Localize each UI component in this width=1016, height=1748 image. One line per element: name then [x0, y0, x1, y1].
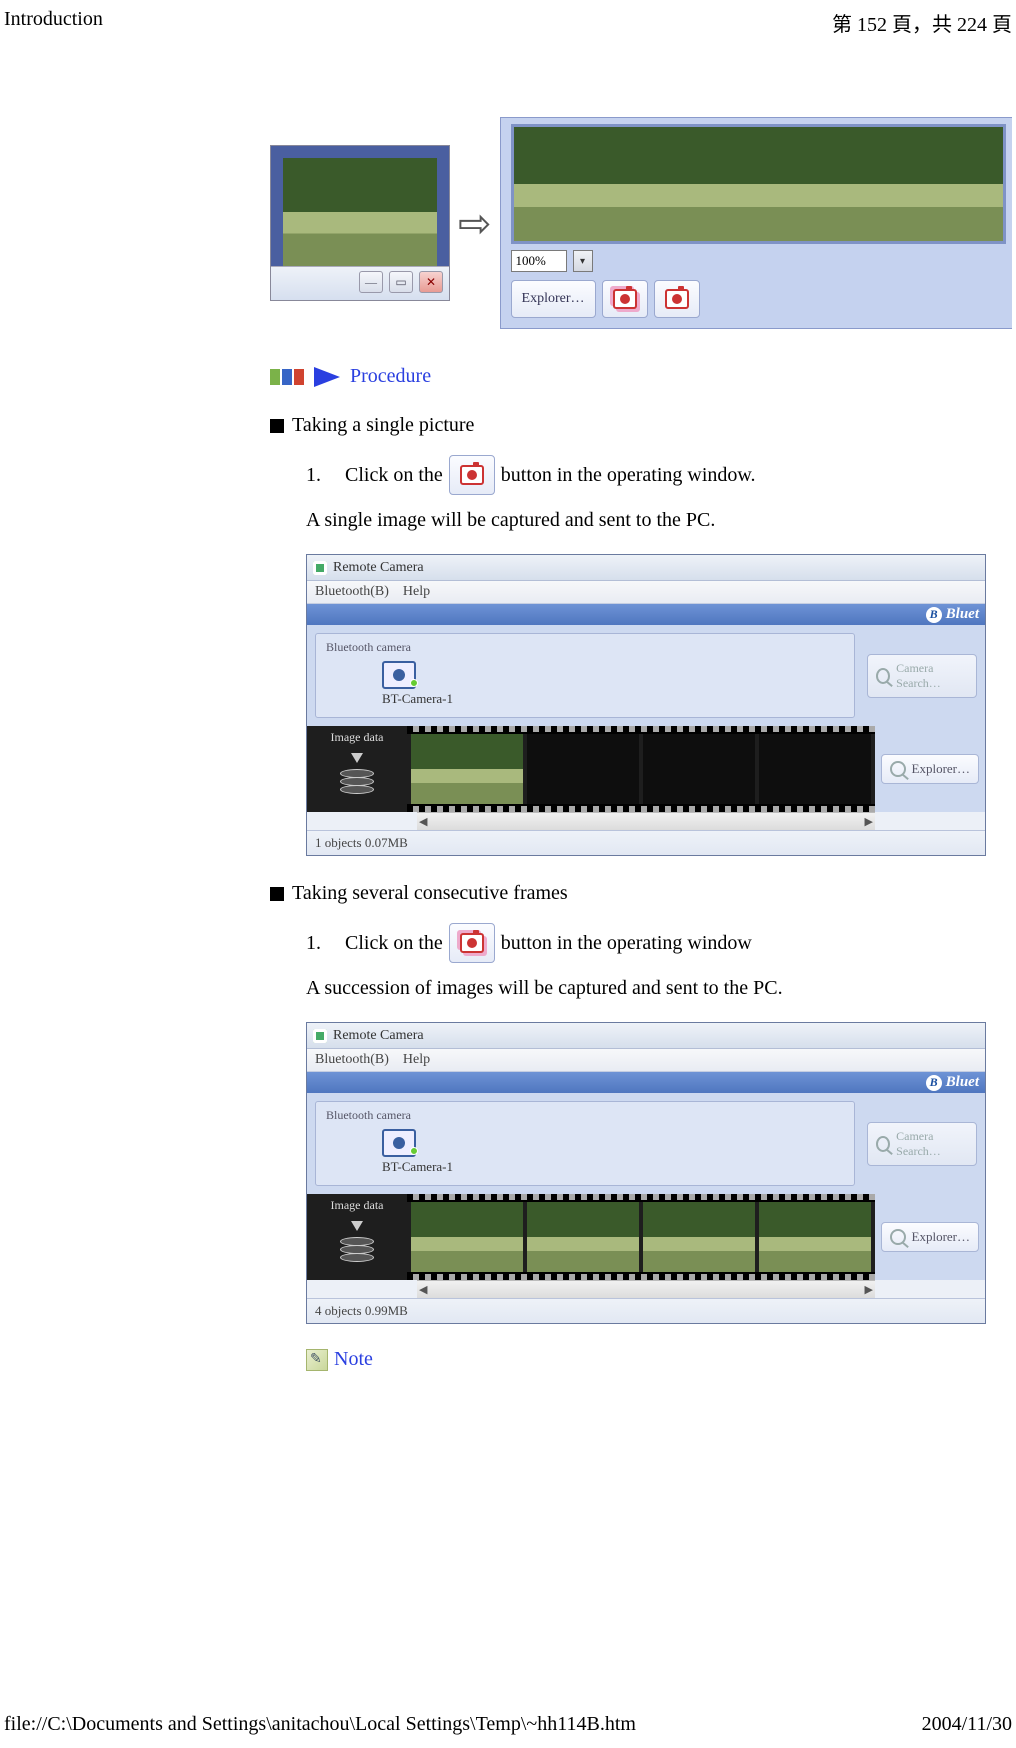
footer-path: file://C:\Documents and Settings\anitach…: [4, 1713, 636, 1736]
zoom-dropdown-icon[interactable]: ▾: [573, 250, 593, 272]
step-text-after: button in the operating window.: [501, 464, 756, 487]
camera-icon: [665, 289, 689, 309]
thumbnail-empty: [527, 734, 639, 804]
camera-search-button: Camera Search…: [867, 1122, 977, 1166]
status-bar: 4 objects 0.99MB: [307, 1298, 985, 1323]
search-icon: [876, 668, 890, 684]
thumbnail[interactable]: [527, 1202, 639, 1272]
explorer-button[interactable]: Explorer…: [881, 754, 979, 784]
app-icon: [313, 1029, 327, 1043]
bluetooth-badge: Bluet: [946, 606, 979, 623]
remote-camera-window: Remote Camera Bluetooth(B) Help B Bluet …: [306, 554, 986, 856]
camera-search-button: Camera Search…: [867, 654, 977, 698]
comparison-figure: — ▭ ✕ ⇨ 100% ▾ Explorer…: [270, 117, 1012, 329]
arrow-down-icon: [351, 753, 363, 763]
preview-image: [271, 146, 449, 266]
window-title: Remote Camera: [333, 560, 424, 576]
image-data-label: Image data: [331, 730, 384, 745]
bluetooth-badge: Bluet: [946, 1074, 979, 1091]
menu-bluetooth[interactable]: Bluetooth(B): [315, 584, 389, 600]
capture-burst-button-inline: [449, 923, 495, 963]
step-number: 1.: [306, 464, 321, 487]
thumbnail[interactable]: [643, 1202, 755, 1272]
scrollbar[interactable]: ◀▶: [417, 1280, 875, 1298]
thumbnail[interactable]: [759, 1202, 871, 1272]
window-title: Remote Camera: [333, 1028, 424, 1044]
arrow-down-icon: [351, 1221, 363, 1231]
section-title-text: Taking a single picture: [292, 414, 474, 437]
step-result: A single image will be captured and sent…: [306, 509, 1006, 532]
section-consecutive-frames: Taking several consecutive frames: [270, 882, 1012, 905]
step-text-after: button in the operating window: [501, 932, 752, 955]
bluetooth-icon: B: [926, 1075, 942, 1091]
capture-single-button[interactable]: [654, 280, 700, 318]
minimize-icon: —: [359, 271, 383, 293]
camera-search-label: Camera Search…: [896, 661, 968, 691]
menu-bluetooth[interactable]: Bluetooth(B): [315, 1052, 389, 1068]
thumbnail[interactable]: [411, 1202, 523, 1272]
explorer-button-label: Explorer…: [912, 761, 970, 777]
preview-small-window: — ▭ ✕: [270, 145, 450, 301]
image-data-label: Image data: [331, 1198, 384, 1213]
panel-label: Bluetooth camera: [326, 640, 844, 655]
step-number: 1.: [306, 932, 321, 955]
procedure-label: Procedure: [350, 365, 431, 388]
explorer-button[interactable]: Explorer…: [881, 1222, 979, 1252]
bullet-square-icon: [270, 419, 284, 433]
filmstrip: [407, 1194, 875, 1280]
capture-burst-button[interactable]: [602, 280, 648, 318]
thumbnail-empty: [759, 734, 871, 804]
step-result: A succession of images will be captured …: [306, 977, 1006, 1000]
magnifier-icon: [890, 761, 906, 777]
page-number: 第 152 頁，共 224 頁: [832, 8, 1012, 37]
search-icon: [876, 1136, 890, 1152]
camera-search-label: Camera Search…: [896, 1129, 968, 1159]
stack-icon: [340, 1237, 374, 1263]
magnifier-icon: [890, 1229, 906, 1245]
device-name[interactable]: BT-Camera-1: [382, 1159, 453, 1175]
preview-large-panel: 100% ▾ Explorer…: [500, 117, 1012, 329]
thumbnail[interactable]: [411, 734, 523, 804]
capture-single-button-inline: [449, 455, 495, 495]
maximize-icon: ▭: [389, 271, 413, 293]
note-label: Note: [334, 1348, 373, 1371]
camera-burst-icon: [613, 289, 637, 309]
menu-help[interactable]: Help: [403, 1052, 430, 1068]
section-single-picture: Taking a single picture: [270, 414, 1012, 437]
section-title-text: Taking several consecutive frames: [292, 882, 568, 905]
app-icon: [313, 561, 327, 575]
zoom-value[interactable]: 100%: [511, 250, 567, 272]
status-bar: 1 objects 0.07MB: [307, 830, 985, 855]
procedure-heading: Procedure: [270, 365, 1012, 388]
stack-icon: [340, 769, 374, 795]
menu-help[interactable]: Help: [403, 584, 430, 600]
camera-icon: [460, 465, 484, 485]
explorer-button-label: Explorer…: [912, 1229, 970, 1245]
bluetooth-icon: B: [926, 607, 942, 623]
camera-device-icon[interactable]: [382, 1129, 416, 1157]
note-icon: [306, 1349, 328, 1371]
step-text-before: Click on the: [345, 464, 443, 487]
arrow-icon: [314, 367, 340, 387]
note-heading: Note: [306, 1348, 1012, 1371]
step-text-before: Click on the: [345, 932, 443, 955]
preview-image-large: [511, 124, 1006, 244]
arrow-right-icon: ⇨: [458, 200, 492, 247]
page-title: Introduction: [4, 8, 103, 37]
device-name[interactable]: BT-Camera-1: [382, 691, 453, 707]
panel-label: Bluetooth camera: [326, 1108, 844, 1123]
camera-device-icon[interactable]: [382, 661, 416, 689]
explorer-button[interactable]: Explorer…: [511, 280, 596, 318]
thumbnail-empty: [643, 734, 755, 804]
bullet-square-icon: [270, 887, 284, 901]
close-icon: ✕: [419, 271, 443, 293]
filmstrip: [407, 726, 875, 812]
footer-date: 2004/11/30: [922, 1713, 1012, 1736]
scrollbar[interactable]: ◀▶: [417, 812, 875, 830]
camera-burst-icon: [460, 933, 484, 953]
remote-camera-window: Remote Camera Bluetooth(B) Help B Bluet …: [306, 1022, 986, 1324]
